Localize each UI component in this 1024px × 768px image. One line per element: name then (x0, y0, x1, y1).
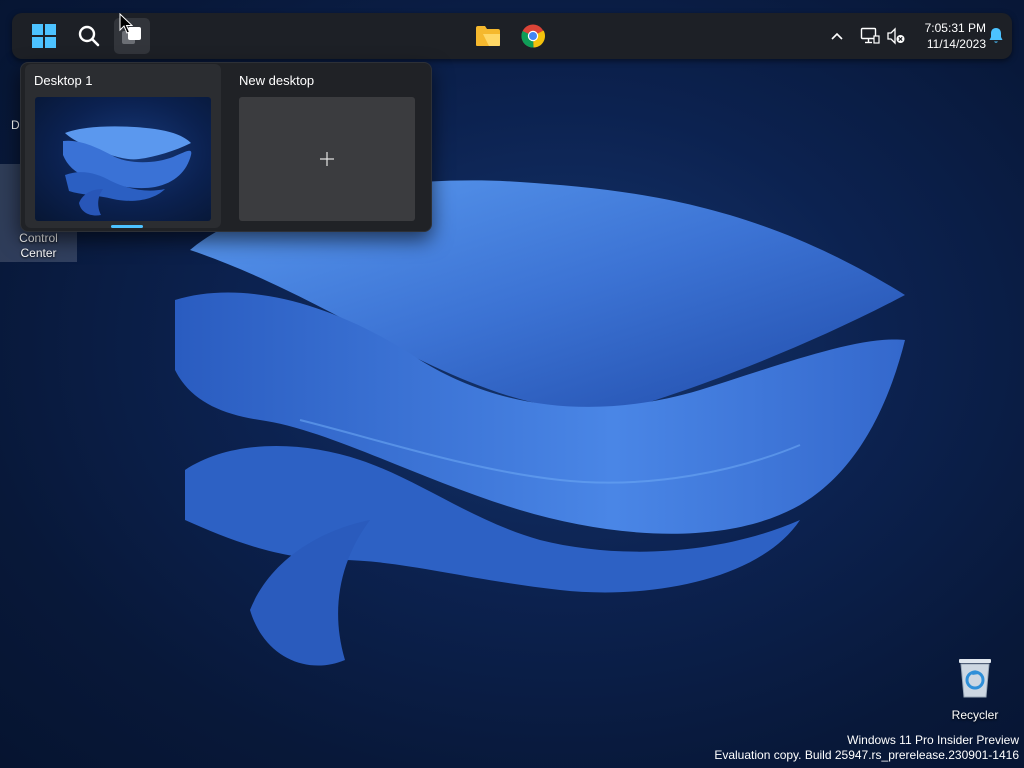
chevron-up-icon (831, 32, 843, 40)
task-view-flyout: Desktop 1 New desktop (20, 62, 432, 232)
desktop-1-card[interactable]: Desktop 1 (25, 64, 221, 228)
show-hidden-icons-button[interactable] (825, 24, 849, 48)
recycler-label: Recycler (951, 708, 999, 722)
bell-icon (989, 28, 1003, 43)
file-explorer-button[interactable] (470, 18, 506, 54)
volume-button[interactable] (884, 24, 908, 48)
control-center-label: Control Center (19, 231, 58, 260)
desktop-icon-partial-label: D (11, 118, 20, 132)
notifications-button[interactable] (984, 24, 1008, 48)
clock-time: 7:05:31 PM (924, 21, 986, 35)
chrome-icon (521, 24, 545, 48)
network-button[interactable] (858, 24, 882, 48)
new-desktop-label: New desktop (239, 73, 315, 88)
volume-muted-icon (887, 27, 905, 45)
taskbar: 7:05:31 PM 11/14/2023 (12, 13, 1012, 59)
desktop-icon-recycler[interactable]: Recycler (940, 655, 1010, 722)
new-desktop-card[interactable]: New desktop (230, 64, 422, 228)
desktop-1-thumbnail (35, 97, 211, 221)
new-desktop-button[interactable] (239, 97, 415, 221)
desktop-1-label: Desktop 1 (34, 73, 93, 88)
evaluation-watermark: Windows 11 Pro Insider Preview Evaluatio… (714, 733, 1019, 763)
start-button[interactable] (26, 18, 62, 54)
recycle-bin-icon (959, 659, 991, 698)
plus-icon (320, 152, 334, 166)
chrome-button[interactable] (515, 18, 551, 54)
watermark-line-2: Evaluation copy. Build 25947.rs_prerelea… (714, 748, 1019, 762)
system-clock[interactable]: 7:05:31 PM 11/14/2023 (916, 20, 986, 52)
folder-icon (476, 26, 500, 46)
windows-logo-icon (32, 24, 56, 48)
search-icon (78, 25, 100, 47)
network-icon (860, 27, 880, 44)
clock-date: 11/14/2023 (926, 37, 986, 51)
watermark-line-1: Windows 11 Pro Insider Preview (847, 733, 1019, 747)
search-button[interactable] (71, 18, 107, 54)
mouse-cursor-icon (119, 13, 133, 34)
current-desktop-indicator (111, 225, 143, 228)
